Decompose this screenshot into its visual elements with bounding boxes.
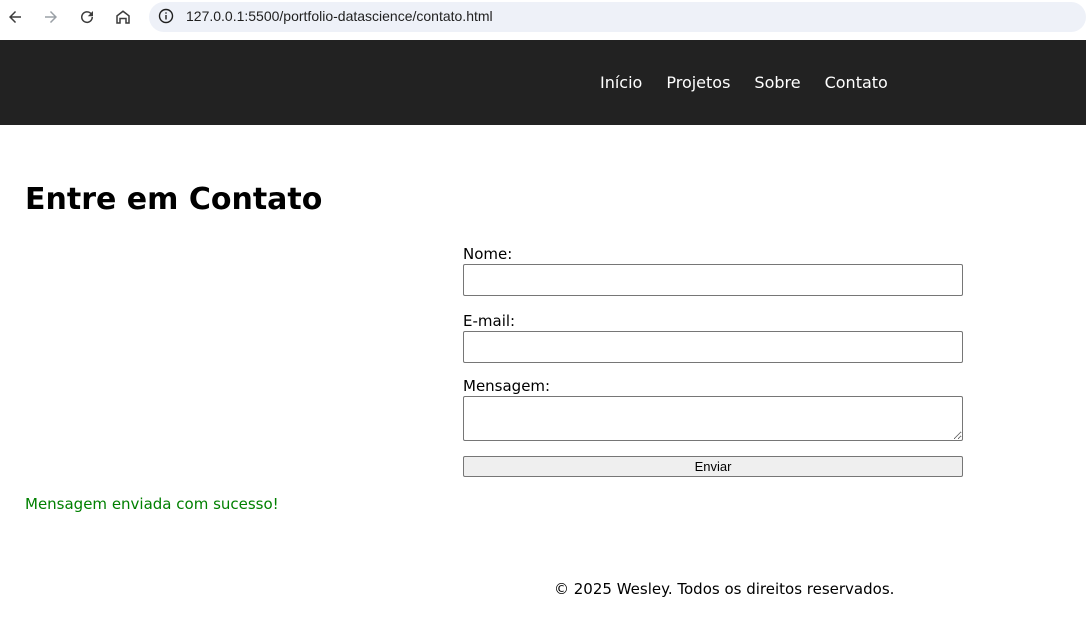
browser-toolbar: 127.0.0.1:5500/portfolio-datascience/con… <box>0 0 1086 40</box>
submit-button[interactable]: Enviar <box>463 456 963 477</box>
site-footer: © 2025 Wesley. Todos os direitos reserva… <box>554 580 895 598</box>
address-url[interactable]: 127.0.0.1:5500/portfolio-datascience/con… <box>186 8 493 24</box>
page-title: Entre em Contato <box>25 182 323 217</box>
name-label: Nome: <box>463 245 513 263</box>
back-icon[interactable] <box>4 6 26 28</box>
main-nav: Início Projetos Sobre Contato <box>600 73 912 92</box>
email-label: E-mail: <box>463 312 516 330</box>
nav-link-sobre[interactable]: Sobre <box>754 73 800 92</box>
forward-icon[interactable] <box>40 6 62 28</box>
site-header: Início Projetos Sobre Contato <box>0 40 1086 125</box>
message-textarea[interactable] <box>463 396 963 441</box>
reload-icon[interactable] <box>76 6 98 28</box>
home-icon[interactable] <box>112 6 134 28</box>
message-label: Mensagem: <box>463 377 551 395</box>
site-info-icon[interactable] <box>158 8 174 24</box>
success-message: Mensagem enviada com sucesso! <box>25 495 279 513</box>
contact-form: Nome: E-mail: Mensagem: Enviar <box>463 245 963 477</box>
name-input[interactable] <box>463 264 963 296</box>
nav-link-projetos[interactable]: Projetos <box>666 73 730 92</box>
nav-link-inicio[interactable]: Início <box>600 73 642 92</box>
nav-link-contato[interactable]: Contato <box>825 73 888 92</box>
email-input[interactable] <box>463 331 963 363</box>
